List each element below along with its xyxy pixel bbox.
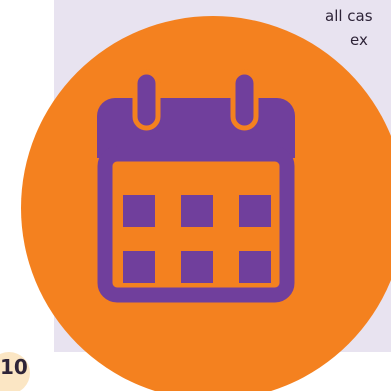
calendar-icon [97, 69, 295, 303]
panel-text-line-1: all cas [325, 7, 373, 25]
panel-text-line-2: ex [350, 31, 368, 49]
page-canvas: all cas ex 10 [0, 0, 391, 391]
number-badge-text: 10 [0, 355, 28, 379]
